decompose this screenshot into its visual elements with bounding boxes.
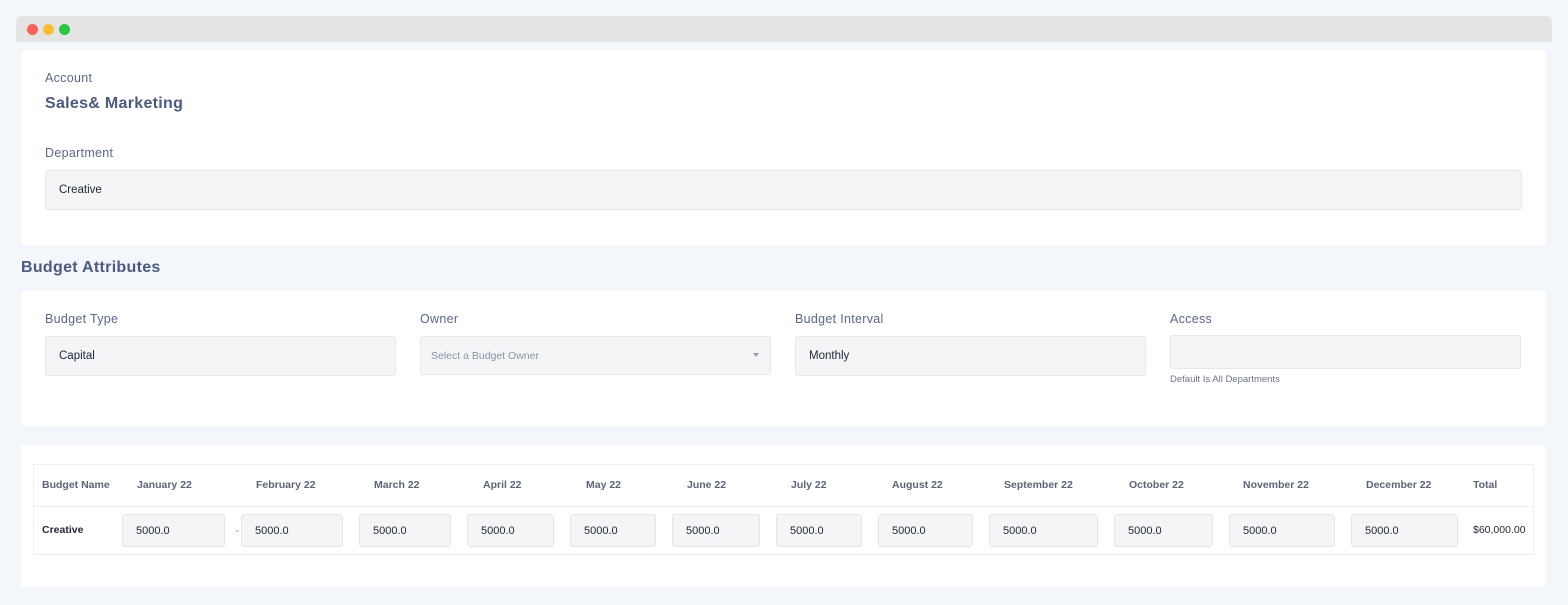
table-divider	[34, 506, 1533, 507]
budget-attributes-card: Budget Type Capital Owner Select a Budge…	[21, 291, 1546, 426]
november-amount-input[interactable]: 5000.0	[1229, 514, 1335, 547]
close-window-button[interactable]	[27, 24, 38, 35]
header-january: January 22	[137, 479, 192, 491]
march-amount-input[interactable]: 5000.0	[359, 514, 451, 547]
owner-label: Owner	[420, 312, 459, 326]
account-card: Account Sales& Marketing Department Crea…	[21, 50, 1546, 245]
account-label: Account	[45, 71, 93, 85]
october-amount-input[interactable]: 5000.0	[1114, 514, 1213, 547]
window-titlebar	[16, 16, 1552, 42]
budget-type-field[interactable]: Capital	[45, 336, 396, 376]
header-february: February 22	[256, 479, 316, 491]
header-august: August 22	[892, 479, 943, 491]
access-label: Access	[1170, 312, 1213, 326]
budget-table: Budget Name January 22 February 22 March…	[33, 464, 1534, 555]
may-amount-input[interactable]: 5000.0	[570, 514, 656, 547]
maximize-window-button[interactable]	[59, 24, 70, 35]
header-september: September 22	[1004, 479, 1073, 491]
june-amount-input[interactable]: 5000.0	[672, 514, 760, 547]
august-amount-input[interactable]: 5000.0	[878, 514, 973, 547]
february-amount-input[interactable]: 5000.0	[241, 514, 343, 547]
july-amount-input[interactable]: 5000.0	[776, 514, 862, 547]
budget-attributes-title: Budget Attributes	[21, 259, 161, 276]
january-amount-input[interactable]: 5000.0	[122, 514, 225, 547]
account-name: Sales& Marketing	[45, 95, 184, 112]
row-budget-name: Creative	[42, 524, 84, 536]
access-hint: Default Is All Departments	[1170, 374, 1280, 385]
header-april: April 22	[483, 479, 522, 491]
header-budget-name: Budget Name	[42, 479, 110, 491]
owner-select-placeholder: Select a Budget Owner	[431, 349, 539, 362]
header-december: December 22	[1366, 479, 1432, 491]
department-field[interactable]: Creative	[45, 170, 1522, 210]
chevron-down-icon[interactable]: ⌄	[234, 525, 241, 534]
header-july: July 22	[791, 479, 827, 491]
department-label: Department	[45, 146, 114, 160]
budget-interval-field[interactable]: Monthly	[795, 336, 1146, 376]
budget-interval-label: Budget Interval	[795, 312, 884, 326]
header-may: May 22	[586, 479, 622, 491]
owner-select[interactable]: Select a Budget Owner	[420, 336, 771, 375]
december-amount-input[interactable]: 5000.0	[1351, 514, 1458, 547]
header-june: June 22	[687, 479, 727, 491]
header-total: Total	[1473, 479, 1498, 491]
row-total: $60,000.00	[1473, 524, 1526, 536]
header-march: March 22	[374, 479, 420, 491]
access-field[interactable]	[1170, 335, 1521, 369]
april-amount-input[interactable]: 5000.0	[467, 514, 554, 547]
chevron-down-icon	[753, 353, 759, 357]
september-amount-input[interactable]: 5000.0	[989, 514, 1098, 547]
header-october: October 22	[1129, 479, 1184, 491]
budget-type-label: Budget Type	[45, 312, 119, 326]
minimize-window-button[interactable]	[43, 24, 54, 35]
header-november: November 22	[1243, 479, 1309, 491]
